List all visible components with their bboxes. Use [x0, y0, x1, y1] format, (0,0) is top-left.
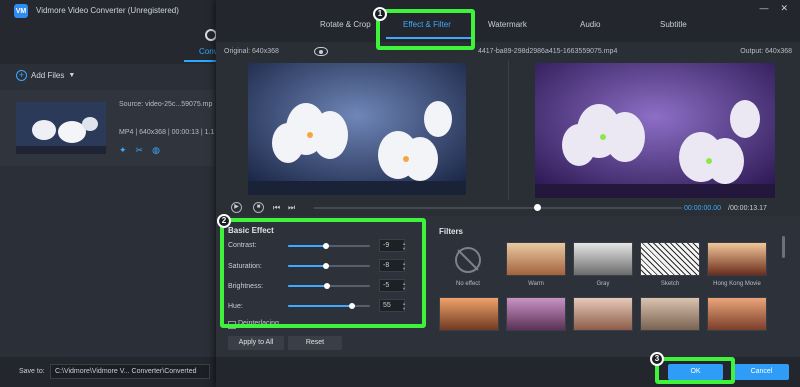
output-resolution: Output: 640x368 [740, 48, 792, 55]
callout-highlight-tab [376, 9, 475, 50]
filter-item[interactable] [707, 297, 767, 331]
next-frame-button[interactable]: ⏭ [288, 203, 295, 213]
file-info: MP4 | 640x368 | 00:00:13 | 1.1 [119, 129, 215, 136]
tab-audio[interactable]: Audio [580, 20, 600, 29]
filter-gray[interactable] [573, 242, 633, 276]
file-source: Source: video-25c...59075.mp [119, 101, 213, 108]
add-files-label: Add Files [31, 70, 65, 80]
total-time: /00:00:13.17 [728, 205, 767, 212]
callout-badge-2: 2 [217, 214, 231, 228]
timeline-track[interactable] [314, 207, 682, 209]
play-button[interactable]: ▶ [231, 202, 242, 213]
no-effect-icon[interactable] [455, 247, 481, 273]
cancel-button[interactable]: Cancel [734, 364, 789, 380]
output-preview [535, 63, 775, 198]
filter-item[interactable] [439, 297, 499, 331]
plus-icon: + [16, 69, 27, 81]
edit-dialog: — ✕ Rotate & Crop Effect & Filter Waterm… [216, 0, 800, 387]
callout-badge-3: 3 [650, 352, 664, 366]
save-to-path-field[interactable]: C:\Vidmore\Vidmore V... Converter\Conver… [50, 364, 210, 379]
chevron-down-icon[interactable]: ▼ [68, 72, 75, 79]
callout-highlight-ok [655, 357, 735, 384]
original-resolution: Original: 640x368 [224, 48, 279, 55]
tab-watermark[interactable]: Watermark [488, 20, 527, 29]
tab-rotate-crop[interactable]: Rotate & Crop [320, 20, 371, 29]
minimize-icon[interactable]: — [759, 3, 768, 14]
original-preview [248, 63, 466, 195]
filter-hong-kong-movie[interactable] [707, 242, 767, 276]
apply-to-all-button[interactable]: Apply to All [228, 336, 284, 350]
filter-label-hong-kong-movie: Hong Kong Movie [713, 281, 761, 287]
dialog-window-controls: — ✕ [759, 3, 788, 14]
filter-warm[interactable] [506, 242, 566, 276]
filter-label-no-effect: No effect [456, 281, 480, 287]
close-icon[interactable]: ✕ [780, 3, 788, 14]
eye-icon[interactable] [314, 47, 328, 56]
tab-subtitle[interactable]: Subtitle [660, 20, 687, 29]
filters-title: Filters [439, 227, 464, 236]
filter-label-sketch: Sketch [660, 281, 680, 287]
palette-icon[interactable]: ◍ [152, 145, 160, 156]
converter-tab-underline [184, 60, 216, 62]
reset-button[interactable]: Reset [288, 336, 342, 350]
callout-badge-1: 1 [373, 7, 387, 21]
callout-highlight-basic-effect [220, 218, 426, 328]
preview-divider [508, 60, 509, 200]
filter-sketch[interactable] [640, 242, 700, 276]
file-tools: ✦ ✂ ◍ [119, 145, 160, 156]
filters-scrollbar[interactable] [782, 236, 785, 258]
filter-item[interactable] [640, 297, 700, 331]
scissors-icon[interactable]: ✂ [136, 145, 144, 156]
save-to-label: Save to: [19, 368, 45, 375]
app-title: Vidmore Video Converter (Unregistered) [36, 6, 179, 15]
filter-item[interactable] [506, 297, 566, 331]
filter-item[interactable] [573, 297, 633, 331]
file-name: 4417-ba89-298d2986a415-1663559075.mp4 [478, 48, 618, 55]
current-time: 00:00:00.00 [684, 205, 721, 212]
magic-wand-icon[interactable]: ✦ [119, 145, 127, 156]
add-files-button[interactable]: + Add Files ▼ [16, 69, 75, 81]
stop-button[interactable]: ■ [253, 202, 264, 213]
filter-label-warm: Warm [528, 281, 544, 287]
previous-frame-button[interactable]: ⏮ [273, 203, 280, 213]
app-nav [0, 22, 215, 64]
timeline-handle[interactable] [533, 204, 541, 211]
filter-label-gray: Gray [596, 281, 610, 287]
file-thumbnail [16, 102, 106, 154]
app-logo-icon: VM [14, 4, 28, 18]
